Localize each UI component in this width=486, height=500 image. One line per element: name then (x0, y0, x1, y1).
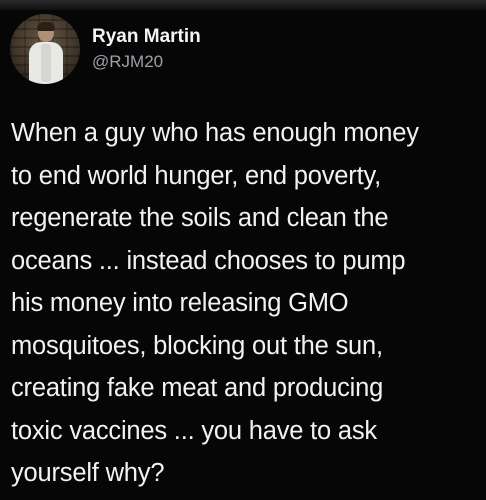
tweet-header: Ryan Martin @RJM20 (10, 14, 201, 84)
tweet-text-line: his money into releasing GMO (11, 289, 349, 317)
tweet-text: When a guy who has enough money to end w… (11, 112, 481, 495)
tweet-text-line: oceans ... instead chooses to pump (11, 246, 406, 275)
author-display-name[interactable]: Ryan Martin (92, 25, 201, 49)
author-names: Ryan Martin @RJM20 (92, 25, 201, 73)
tweet-text-line: mosquitoes, blocking out the sun, (11, 331, 383, 360)
tweet-text-line: toxic vaccines ... you have to ask (11, 416, 377, 445)
tweet-text-line: yourself why? (11, 459, 165, 487)
avatar[interactable] (10, 14, 80, 84)
tweet-text-line: to end world hunger, end poverty, (11, 161, 382, 190)
tweet-card: Ryan Martin @RJM20 When a guy who has en… (0, 0, 486, 500)
tweet-text-line: When a guy who has enough money (11, 119, 419, 147)
avatar-person-arm (41, 44, 51, 82)
avatar-person-hair (37, 22, 55, 31)
tweet-text-line: creating fake meat and producing (11, 374, 384, 402)
tweet-text-line: regenerate the soils and clean the (11, 204, 389, 232)
author-handle[interactable]: @RJM20 (92, 51, 201, 73)
